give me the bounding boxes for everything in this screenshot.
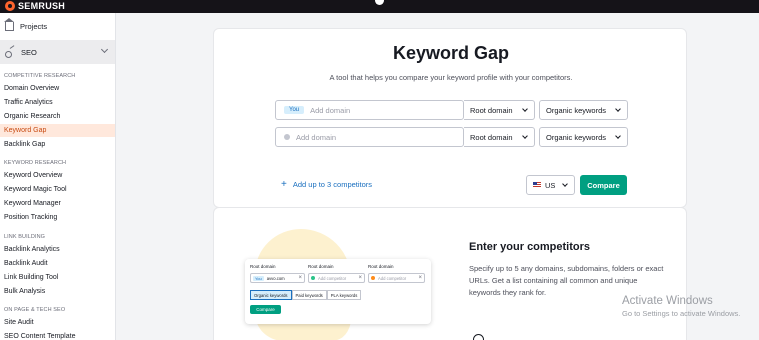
- sidebar: Projects SEO COMPETITIVE RESEARCH Domain…: [0, 13, 116, 340]
- watermark-subtitle: Go to Settings to activate Windows.: [622, 309, 741, 318]
- chevron-down-icon: [562, 181, 568, 187]
- chevron-down-icon: [522, 133, 528, 139]
- mock-you-badge: You: [253, 275, 264, 281]
- organic-keywords-label: Organic keywords: [546, 105, 607, 115]
- mock-competitor-2: Add competitor ×: [368, 273, 425, 283]
- mock-competitor-1: Add competitor ×: [308, 273, 365, 283]
- section-title: KEYWORD RESEARCH: [4, 160, 67, 166]
- competitor-domain-input[interactable]: Add domain: [275, 127, 464, 147]
- section-title: LINK BUILDING: [4, 234, 46, 240]
- sidebar-item-seo-content-template[interactable]: SEO Content Template: [0, 330, 115, 340]
- mock-tab: PLA keywords: [326, 290, 362, 300]
- illustration-form-mockup: Root domain Root domain Root domain You …: [245, 259, 431, 324]
- mock-tab: Paid keywords: [291, 290, 327, 300]
- carousel-dot-icon[interactable]: [473, 334, 484, 340]
- sidebar-item-site-audit[interactable]: Site Audit: [0, 316, 115, 329]
- close-icon: ×: [298, 275, 302, 281]
- mock-your-domain: You avvo.com ×: [250, 273, 305, 283]
- root-domain-label: Root domain: [470, 105, 513, 115]
- sidebar-item-keyword-magic-tool[interactable]: Keyword Magic Tool: [0, 183, 115, 196]
- mock-tab: Organic keywords: [250, 290, 292, 300]
- sidebar-item-label: Projects: [20, 21, 48, 31]
- mock-tabs: Organic keywords Paid keywords PLA keywo…: [250, 290, 362, 300]
- your-domain-input[interactable]: You Add domain: [275, 100, 464, 120]
- mock-placeholder: Add competitor: [378, 275, 407, 281]
- sidebar-item-projects[interactable]: Projects: [0, 13, 115, 39]
- home-icon: [4, 17, 14, 31]
- sidebar-item-backlink-analytics[interactable]: Backlink Analytics: [0, 243, 115, 256]
- country-label: US: [545, 180, 556, 190]
- sidebar-item-keyword-gap[interactable]: Keyword Gap: [0, 124, 115, 137]
- semrush-logo[interactable]: SEMRUSH: [5, 1, 65, 11]
- sidebar-item-bulk-analysis[interactable]: Bulk Analysis: [0, 285, 115, 298]
- watermark-title: Activate Windows: [622, 295, 713, 307]
- close-icon: ×: [418, 275, 422, 281]
- chevron-down-icon: [615, 133, 621, 139]
- close-icon: ×: [358, 275, 362, 281]
- section-title: ON PAGE & TECH SEO: [4, 307, 66, 313]
- top-bar: SEMRUSH: [0, 0, 759, 13]
- sidebar-item-keyword-manager[interactable]: Keyword Manager: [0, 197, 115, 210]
- compare-button[interactable]: Compare: [580, 175, 627, 195]
- mock-domain-text: avvo.com: [266, 275, 285, 281]
- semrush-logo-icon: [5, 1, 15, 11]
- sidebar-item-link-building-tool[interactable]: Link Building Tool: [0, 271, 115, 284]
- mock-root-domain: Root domain: [368, 264, 394, 269]
- domain-placeholder: Add domain: [310, 105, 351, 115]
- mock-dot-icon: [371, 276, 375, 280]
- promo-description: Specify up to 5 any domains, subdomains,…: [469, 264, 664, 297]
- mock-placeholder: Add competitor: [318, 275, 347, 281]
- plus-icon: +: [281, 178, 287, 190]
- page-title: Keyword Gap: [392, 43, 510, 63]
- sidebar-item-label: SEO: [21, 47, 37, 57]
- mock-root-domain: Root domain: [250, 264, 276, 269]
- promo-title: Enter your competitors: [469, 241, 591, 253]
- main-content: Keyword Gap A tool that helps you compar…: [116, 13, 759, 340]
- seo-icon: [5, 48, 15, 58]
- root-domain-label: Root domain: [470, 132, 513, 142]
- enter-competitors-card: Root domain Root domain Root domain You …: [213, 207, 687, 340]
- sidebar-item-backlink-audit[interactable]: Backlink Audit: [0, 257, 115, 270]
- add-competitors-label: Add up to 3 competitors: [292, 180, 373, 189]
- you-badge: You: [284, 106, 305, 114]
- sidebar-item-traffic-analytics[interactable]: Traffic Analytics: [0, 96, 115, 109]
- chevron-down-icon: [522, 106, 528, 112]
- mock-dot-icon: [311, 276, 315, 280]
- sidebar-item-backlink-gap[interactable]: Backlink Gap: [0, 138, 115, 151]
- sidebar-item-position-tracking[interactable]: Position Tracking: [0, 211, 115, 224]
- section-title: COMPETITIVE RESEARCH: [4, 73, 76, 79]
- add-competitors-link[interactable]: + Add up to 3 competitors: [281, 178, 373, 190]
- page-subtitle: A tool that helps you compare your keywo…: [329, 73, 573, 82]
- us-flag-icon: [533, 182, 541, 188]
- brand-name: SEMRUSH: [18, 1, 66, 11]
- chevron-down-icon: [100, 45, 109, 54]
- country-select[interactable]: US: [526, 175, 575, 195]
- competitor-dot-icon: [284, 134, 290, 140]
- sidebar-item-keyword-overview[interactable]: Keyword Overview: [0, 169, 115, 182]
- organic-keywords-label: Organic keywords: [546, 132, 607, 142]
- mock-root-domain: Root domain: [308, 264, 334, 269]
- mock-compare-button: Compare: [250, 305, 281, 314]
- root-domain-select[interactable]: Root domain: [464, 100, 535, 120]
- chevron-down-icon: [615, 106, 621, 112]
- domain-placeholder: Add domain: [296, 132, 337, 142]
- keyword-gap-form-card: Keyword Gap A tool that helps you compar…: [213, 28, 687, 208]
- sidebar-item-domain-overview[interactable]: Domain Overview: [0, 82, 115, 95]
- organic-keywords-select[interactable]: Organic keywords: [539, 127, 628, 147]
- sidebar-item-seo[interactable]: SEO: [0, 40, 115, 64]
- sidebar-item-organic-research[interactable]: Organic Research: [0, 110, 115, 123]
- windows-activation-watermark: Activate Windows Go to Settings to activ…: [622, 295, 740, 318]
- cursor-icon: [375, 0, 384, 5]
- root-domain-select[interactable]: Root domain: [464, 127, 535, 147]
- organic-keywords-select[interactable]: Organic keywords: [539, 100, 628, 120]
